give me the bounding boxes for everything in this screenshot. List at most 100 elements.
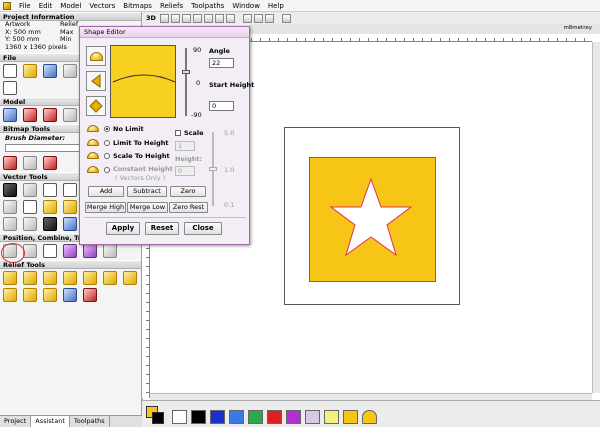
import-icon[interactable] (63, 64, 77, 78)
relief-rotate-icon[interactable] (43, 271, 57, 285)
swatch-red[interactable] (267, 410, 282, 424)
pencil-icon[interactable] (3, 156, 17, 170)
relief-shape-icon[interactable] (3, 271, 17, 285)
zero-button[interactable]: Zero (170, 186, 206, 197)
swatch-light-yellow[interactable] (324, 410, 339, 424)
offset-icon[interactable] (3, 217, 17, 231)
brush-icon[interactable] (23, 156, 37, 170)
group-icon[interactable] (63, 244, 77, 258)
swatch-blue[interactable] (229, 410, 244, 424)
select-arrow-icon[interactable] (3, 183, 17, 197)
constant-height-radio[interactable] (104, 167, 110, 173)
relief-extrude-icon[interactable] (23, 271, 37, 285)
zoom-out-icon[interactable] (181, 13, 191, 23)
zoom-in-icon[interactable] (170, 13, 180, 23)
save-icon[interactable] (43, 64, 57, 78)
zoom-fit-icon[interactable] (159, 13, 169, 23)
swatch-white[interactable] (172, 410, 187, 424)
relief-smooth-icon[interactable] (43, 288, 57, 302)
angle-input[interactable]: 22 (209, 58, 234, 68)
height-input[interactable]: 0 (175, 166, 195, 176)
reset-button[interactable]: Reset (145, 222, 179, 235)
start-height-input[interactable]: 0 (209, 101, 234, 111)
swatch-black[interactable] (191, 410, 206, 424)
model-size-icon[interactable] (3, 108, 17, 122)
profile-plane-button[interactable] (86, 96, 106, 116)
zero-rest-button[interactable]: Zero Rest (169, 202, 208, 213)
relief-weave-icon[interactable] (83, 271, 97, 285)
menu-model[interactable]: Model (56, 0, 85, 12)
snap-icon[interactable] (242, 13, 252, 23)
menu-file[interactable]: File (15, 0, 35, 12)
menu-window[interactable]: Window (228, 0, 264, 12)
relief-spin-icon[interactable] (63, 271, 77, 285)
app-icon[interactable] (3, 1, 11, 10)
view-tab-label[interactable]: m8metrey (563, 25, 592, 31)
no-limit-radio[interactable] (104, 126, 110, 132)
scale-slider-thumb[interactable] (209, 167, 217, 171)
new-file-icon[interactable] (3, 64, 17, 78)
swatch-purple[interactable] (286, 410, 301, 424)
relief-texture-icon[interactable] (123, 271, 137, 285)
arc-icon[interactable] (3, 200, 17, 214)
swatch-dome-icon[interactable] (362, 410, 377, 424)
vertical-scrollbar[interactable] (592, 42, 600, 393)
3d-view-button[interactable]: 3D (146, 14, 156, 22)
merge-high-button[interactable]: Merge High (85, 202, 126, 213)
orient-icon[interactable] (281, 13, 291, 23)
menu-toolpaths[interactable]: Toolpaths (187, 0, 228, 12)
star-vector[interactable] (329, 178, 413, 256)
weld-icon[interactable] (63, 217, 77, 231)
profile-round-button[interactable] (86, 46, 106, 66)
tab-project[interactable]: Project (0, 416, 32, 427)
relief-tools-header[interactable]: Relief Tools (0, 260, 141, 269)
fillet-icon[interactable] (23, 217, 37, 231)
menu-bitmaps[interactable]: Bitmaps (119, 0, 156, 12)
close-button[interactable]: Close (184, 222, 222, 235)
menu-help[interactable]: Help (264, 0, 288, 12)
ellipse-icon[interactable] (63, 183, 77, 197)
shape-editor-icon[interactable] (43, 200, 57, 214)
background-color[interactable] (152, 412, 164, 424)
menu-reliefs[interactable]: Reliefs (156, 0, 187, 12)
relief-eraser-icon[interactable] (83, 288, 97, 302)
transform-icon[interactable] (23, 183, 37, 197)
profile-angular-button[interactable] (86, 71, 106, 91)
swatch-green[interactable] (248, 410, 263, 424)
copy-icon[interactable] (3, 81, 17, 95)
combine-icon[interactable] (83, 244, 97, 258)
tab-toolpaths[interactable]: Toolpaths (70, 416, 110, 427)
zoom-prev-icon[interactable] (203, 13, 213, 23)
menu-edit[interactable]: Edit (35, 0, 57, 12)
merge-low-button[interactable]: Merge Low (127, 202, 168, 213)
guide-icon[interactable] (253, 13, 263, 23)
swatch-lavender[interactable] (305, 410, 320, 424)
extrude-icon[interactable] (63, 200, 77, 214)
scale-slider[interactable] (209, 132, 217, 206)
relief-face-icon[interactable] (3, 288, 17, 302)
pan-icon[interactable] (214, 13, 224, 23)
scale-input[interactable]: 1 (175, 141, 195, 151)
add-button[interactable]: Add (88, 186, 124, 197)
open-folder-icon[interactable] (23, 64, 37, 78)
trim-icon[interactable] (43, 217, 57, 231)
zoom-box-icon[interactable] (192, 13, 202, 23)
model-origin-icon[interactable] (23, 108, 37, 122)
scale-to-height-radio[interactable] (104, 153, 110, 159)
grid-icon[interactable] (225, 13, 235, 23)
horizontal-scrollbar[interactable] (150, 393, 592, 400)
measure-icon[interactable] (264, 13, 274, 23)
rotate-icon[interactable] (23, 244, 37, 258)
relief-fade-icon[interactable] (63, 288, 77, 302)
rectangle-icon[interactable] (43, 183, 57, 197)
menu-vectors[interactable]: Vectors (85, 0, 119, 12)
relief-sculpt-icon[interactable] (103, 271, 117, 285)
tab-assistant[interactable]: Assistant (31, 416, 70, 427)
dropper-icon[interactable] (43, 156, 57, 170)
model-material-icon[interactable] (43, 108, 57, 122)
text-icon[interactable] (23, 200, 37, 214)
angle-slider[interactable] (182, 48, 190, 116)
apply-button[interactable]: Apply (106, 222, 140, 235)
swatch-gold[interactable] (343, 410, 358, 424)
relief-twist-icon[interactable] (23, 288, 37, 302)
